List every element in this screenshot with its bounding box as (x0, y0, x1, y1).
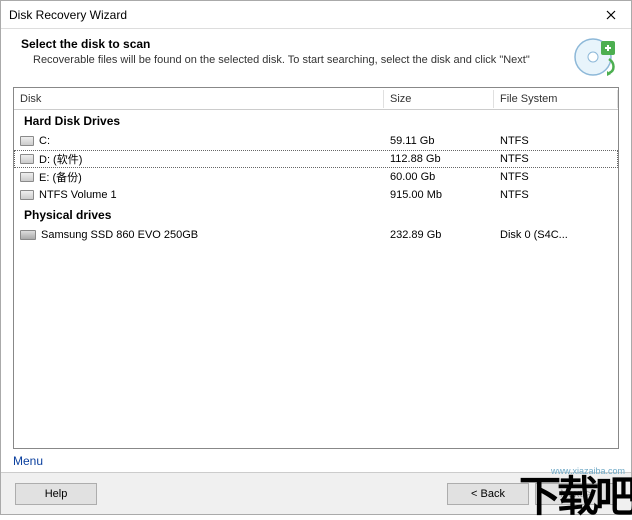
disk-fs: NTFS (494, 171, 618, 183)
footer: Help < Back Next > (1, 472, 631, 514)
physical-drive-icon (20, 230, 36, 240)
help-button[interactable]: Help (15, 483, 97, 505)
disk-size: 112.88 Gb (384, 153, 494, 165)
window-title: Disk Recovery Wizard (9, 8, 127, 22)
header-description: Recoverable files will be found on the s… (21, 53, 561, 68)
drive-icon (20, 190, 34, 200)
back-button[interactable]: < Back (447, 483, 529, 505)
column-headers: Disk Size File System (14, 88, 618, 110)
disk-size: 915.00 Mb (384, 189, 494, 201)
column-size[interactable]: Size (384, 90, 494, 108)
wizard-header: Select the disk to scan Recoverable file… (1, 29, 631, 87)
disk-fs: NTFS (494, 189, 618, 201)
drive-icon (20, 172, 34, 182)
disk-name: NTFS Volume 1 (39, 189, 117, 201)
disk-recovery-icon (571, 37, 619, 77)
disk-row[interactable]: D: (软件) 112.88 Gb NTFS (14, 150, 618, 168)
titlebar: Disk Recovery Wizard (1, 1, 631, 29)
menu-link[interactable]: Menu (13, 454, 43, 468)
disk-name: Samsung SSD 860 EVO 250GB (41, 229, 198, 241)
section-hard-drives: Hard Disk Drives (14, 110, 618, 132)
drive-icon (20, 154, 34, 164)
disk-fs: NTFS (494, 135, 618, 147)
disk-fs: Disk 0 (S4C... (494, 229, 618, 241)
header-title: Select the disk to scan (21, 37, 561, 51)
disk-row[interactable]: NTFS Volume 1 915.00 Mb NTFS (14, 186, 618, 204)
disk-row[interactable]: Samsung SSD 860 EVO 250GB 232.89 Gb Disk… (14, 226, 618, 244)
disk-name: D: (软件) (39, 151, 82, 167)
close-button[interactable] (591, 1, 631, 29)
column-disk[interactable]: Disk (14, 90, 384, 108)
section-physical-drives: Physical drives (14, 204, 618, 226)
disk-size: 59.11 Gb (384, 135, 494, 147)
drive-icon (20, 136, 34, 146)
disk-name: E: (备份) (39, 169, 82, 185)
disk-row[interactable]: E: (备份) 60.00 Gb NTFS (14, 168, 618, 186)
header-text: Select the disk to scan Recoverable file… (21, 37, 571, 68)
disk-fs: NTFS (494, 153, 618, 165)
disk-list[interactable]: Disk Size File System Hard Disk Drives C… (13, 87, 619, 449)
column-file-system[interactable]: File System (494, 90, 618, 108)
next-button[interactable]: Next > (535, 483, 617, 505)
disk-row[interactable]: C: 59.11 Gb NTFS (14, 132, 618, 150)
close-icon (606, 10, 616, 20)
disk-name: C: (39, 135, 50, 147)
disk-size: 60.00 Gb (384, 171, 494, 183)
disk-size: 232.89 Gb (384, 229, 494, 241)
